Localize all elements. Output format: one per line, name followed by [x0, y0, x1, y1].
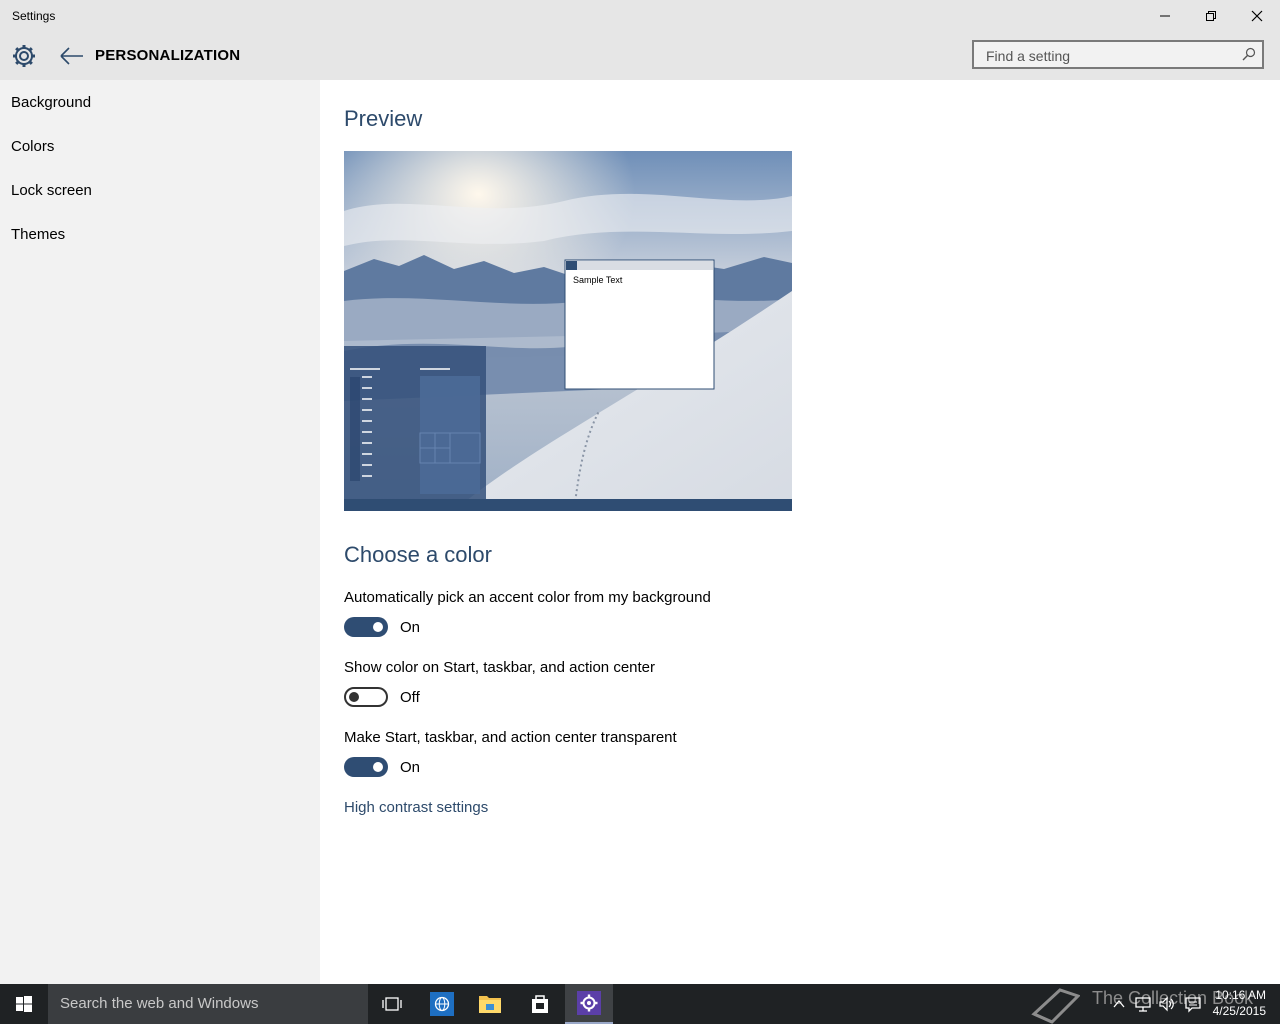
- toggle-knob: [373, 622, 383, 632]
- main-content: Preview Sample Text Choose a color Autom…: [320, 80, 1280, 984]
- start-button[interactable]: [0, 984, 48, 1024]
- show-color-toggle[interactable]: [344, 687, 388, 707]
- book-icon: [1031, 988, 1080, 1024]
- high-contrast-link[interactable]: High contrast settings: [344, 799, 488, 816]
- windows-logo-icon: [16, 996, 32, 1012]
- minimize-icon: [1160, 15, 1170, 17]
- taskbar-store-button[interactable]: [516, 984, 564, 1024]
- taskbar-clock[interactable]: 10:16 AM 4/25/2015: [1210, 987, 1266, 1019]
- title-bar: Settings: [0, 0, 1280, 32]
- preview-sample-text: Sample Text: [573, 275, 623, 285]
- settings-header: PERSONALIZATION: [0, 32, 1280, 80]
- auto-accent-toggle[interactable]: [344, 617, 388, 637]
- taskbar-settings-button[interactable]: [565, 984, 613, 1024]
- preview-heading: Preview: [344, 106, 423, 131]
- show-color-label: Show color on Start, taskbar, and action…: [344, 659, 656, 676]
- toggle-knob: [373, 762, 383, 772]
- choose-color-heading: Choose a color: [344, 542, 492, 567]
- task-view-button[interactable]: [368, 984, 416, 1024]
- transparency-state: On: [400, 759, 421, 776]
- transparency-label: Make Start, taskbar, and action center t…: [344, 729, 677, 746]
- volume-icon[interactable]: [1158, 995, 1176, 1013]
- clock-date: 4/25/2015: [1212, 1004, 1266, 1018]
- maximize-button[interactable]: [1188, 0, 1234, 32]
- sidebar-item-lock-screen[interactable]: Lock screen: [11, 182, 92, 199]
- gear-icon: [13, 45, 35, 67]
- settings-home-button[interactable]: [10, 42, 38, 70]
- clock-time: 10:16 AM: [1215, 988, 1266, 1002]
- theme-preview: Sample Text: [344, 151, 792, 511]
- taskbar-file-explorer-button[interactable]: [466, 984, 514, 1024]
- action-center-icon[interactable]: [1184, 995, 1202, 1013]
- sidebar-item-colors[interactable]: Colors: [11, 138, 54, 155]
- search-icon[interactable]: [1242, 47, 1256, 61]
- back-button[interactable]: [58, 44, 86, 68]
- network-icon[interactable]: [1134, 995, 1152, 1013]
- preview-wallpaper: [344, 151, 792, 511]
- chevron-up-icon[interactable]: [1110, 995, 1128, 1013]
- transparency-toggle[interactable]: [344, 757, 388, 777]
- sidebar-item-themes[interactable]: Themes: [11, 226, 65, 243]
- auto-accent-state: On: [400, 619, 421, 636]
- maximize-icon: [1206, 11, 1216, 21]
- page-title: PERSONALIZATION: [95, 47, 241, 64]
- close-icon: [1251, 10, 1263, 22]
- sidebar-item-background[interactable]: Background: [11, 94, 91, 111]
- taskbar: Search the web and Windows The Collectio…: [0, 984, 1280, 1024]
- settings-icon: [577, 991, 601, 1015]
- taskbar-browser-button[interactable]: [418, 984, 466, 1024]
- search-box[interactable]: [972, 40, 1264, 69]
- close-button[interactable]: [1234, 0, 1280, 32]
- file-explorer-icon: [479, 996, 501, 1013]
- toggle-knob: [349, 692, 359, 702]
- window-title: Settings: [12, 9, 56, 23]
- show-color-state: Off: [400, 689, 420, 706]
- minimize-button[interactable]: [1142, 0, 1188, 32]
- taskbar-search-placeholder: Search the web and Windows: [60, 995, 259, 1012]
- search-input[interactable]: [984, 45, 1238, 67]
- browser-icon: [430, 992, 454, 1016]
- store-icon: [532, 995, 548, 1013]
- back-arrow-icon: [60, 47, 83, 65]
- taskbar-search-box[interactable]: Search the web and Windows: [48, 984, 368, 1024]
- sidebar: Background Colors Lock screen Themes: [0, 80, 320, 984]
- auto-accent-label: Automatically pick an accent color from …: [344, 589, 711, 606]
- task-view-icon: [382, 997, 402, 1011]
